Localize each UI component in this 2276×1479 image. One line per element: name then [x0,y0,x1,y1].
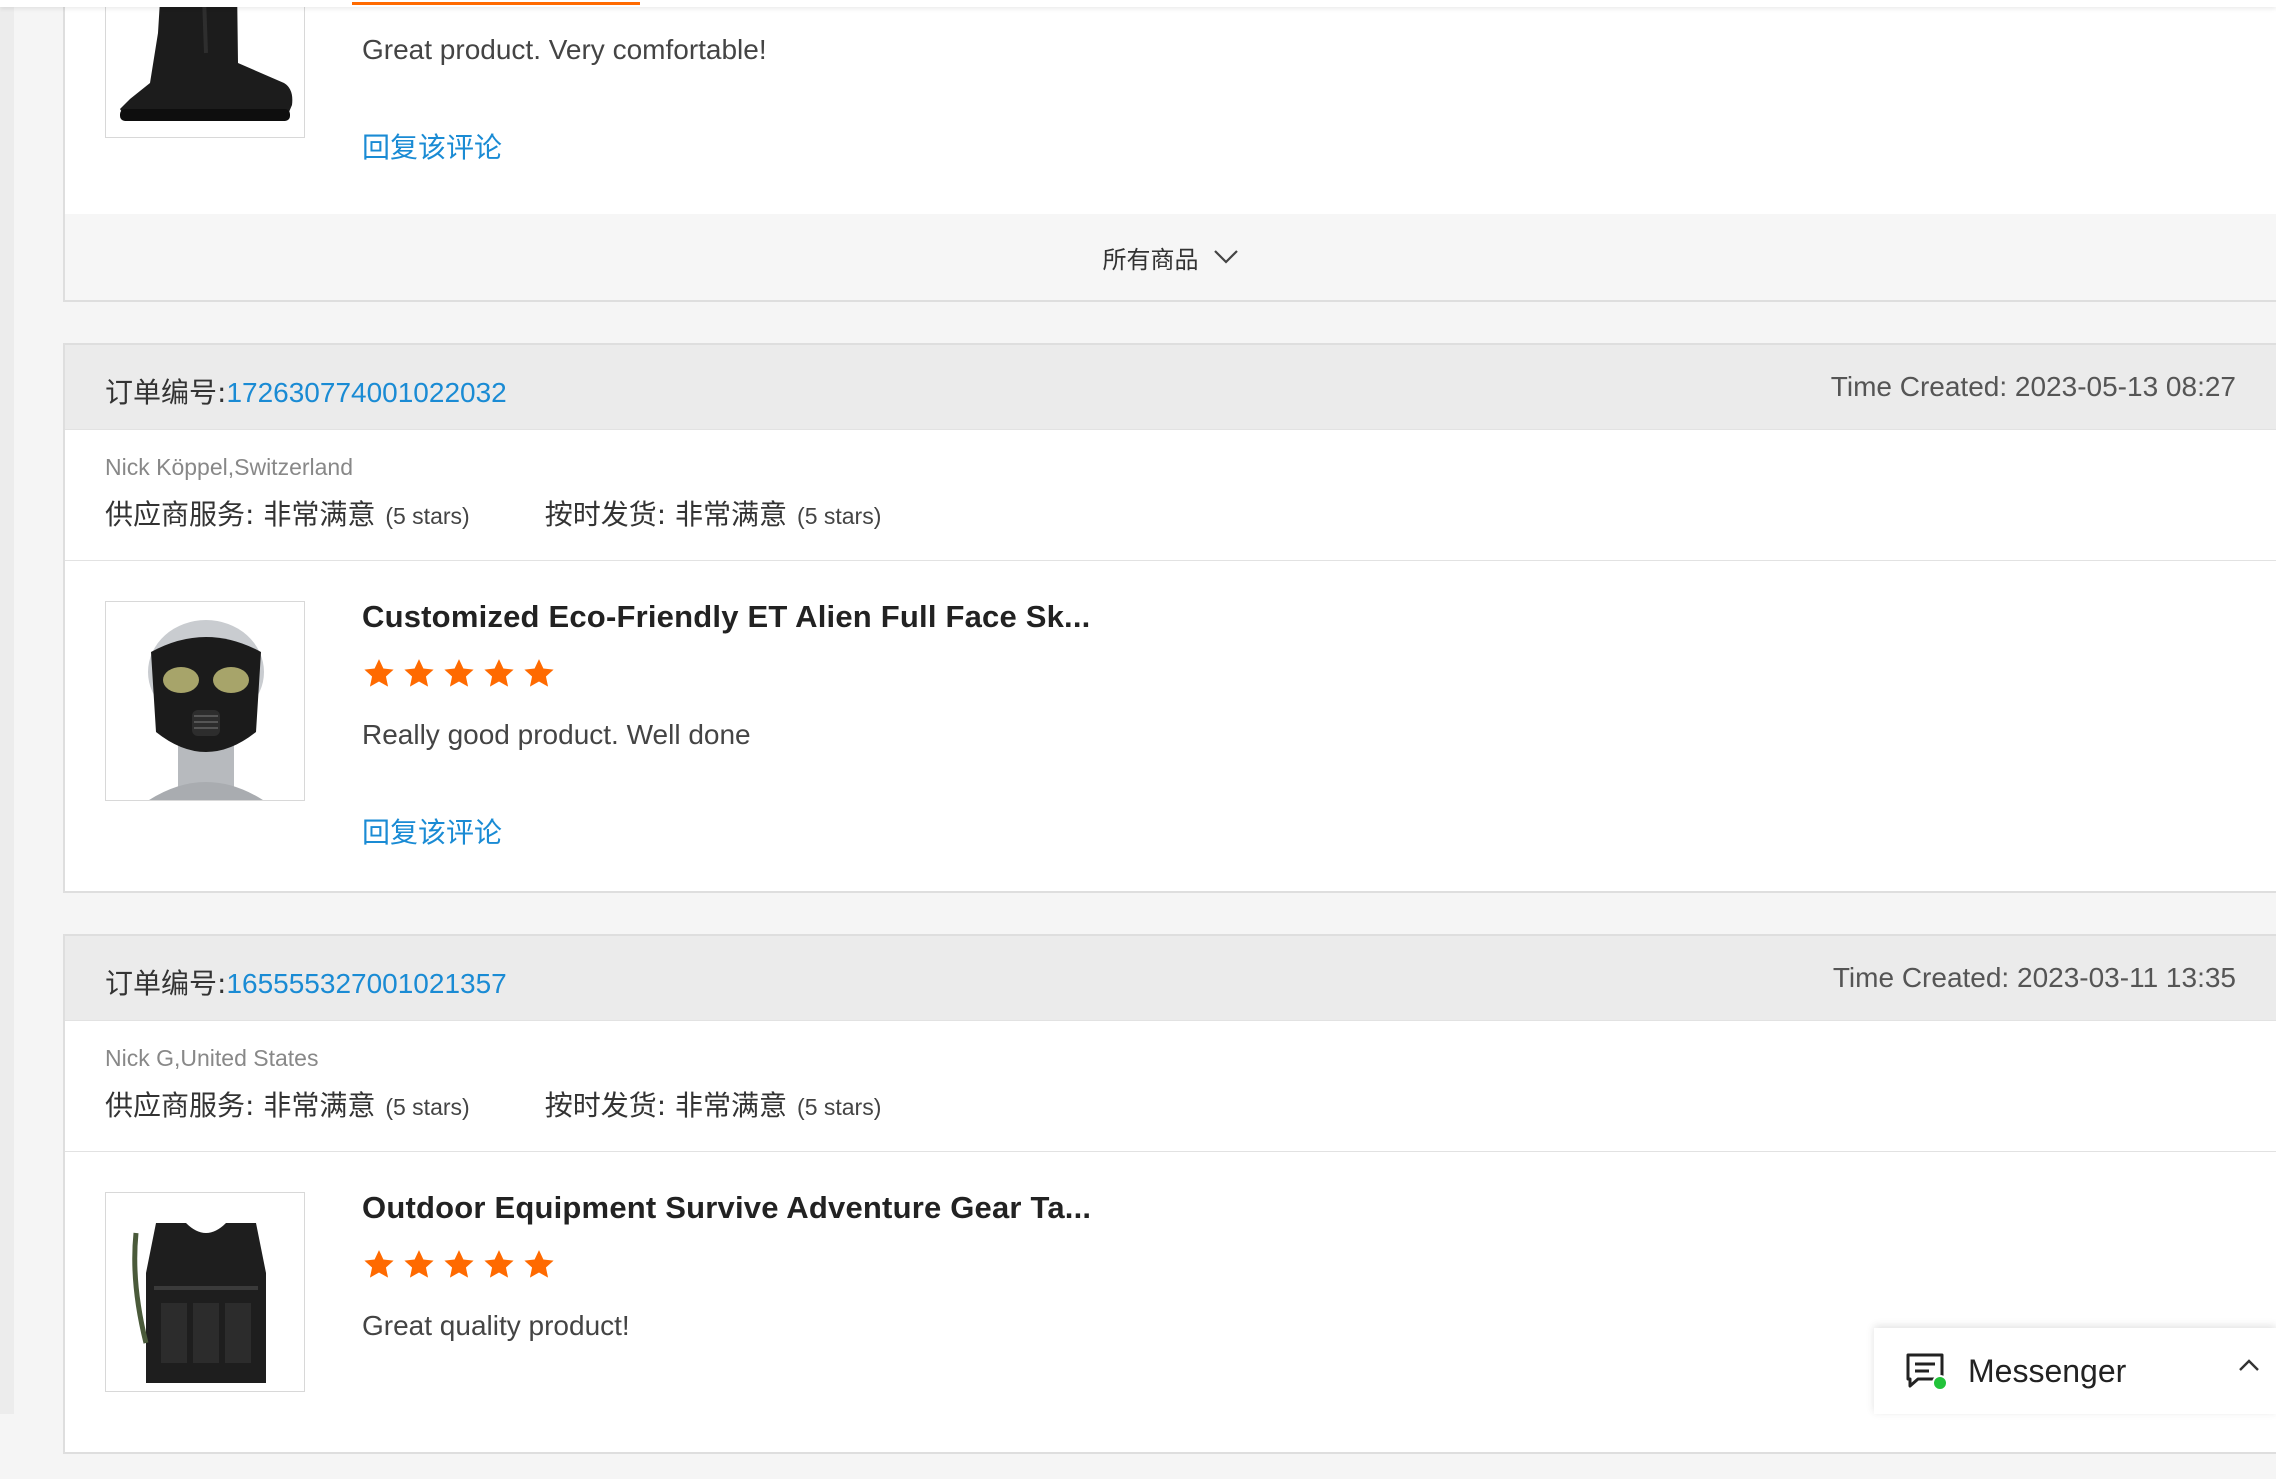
product-thumbnail[interactable] [105,0,305,138]
buyer-name: Nick Köppel,Switzerland [105,454,354,480]
product-thumbnail[interactable] [105,601,305,801]
supplier-service-rating: 供应商服务: 非常满意 (5 stars) [105,1084,470,1124]
ontime-rating: 按时发货: 非常满意 (5 stars) [545,493,882,533]
supplier-service-text: 供应商服务: 非常满意 [105,1089,376,1122]
boot-image [106,0,304,137]
star-icon [524,659,554,687]
review-item: Outdoor Equipment Survive Adventure Gear… [65,1152,2276,1479]
mask-image [106,602,304,800]
star-icon [484,659,514,687]
reply-link[interactable]: 回复该评论 [362,126,502,166]
product-title[interactable]: Outdoor Equipment Survive Adventure Gear… [362,1190,1091,1226]
all-products-label: 所有商品 [1102,245,1199,274]
seller-ratings: 供应商服务: 非常满意 (5 stars) 按时发货: 非常满意 (5 stars) [105,1084,2236,1124]
supplier-service-text: 供应商服务: 非常满意 [105,498,376,531]
rating-stars [362,1248,556,1282]
chevron-up-icon[interactable] [2238,1358,2260,1372]
all-products-toggle[interactable]: 所有商品 [65,214,2276,300]
buyer-name: Nick G,United States [105,1045,319,1071]
review-text: Great product. Very comfortable! [362,34,767,65]
order-number-label: 订单编号: [105,376,227,409]
buyer-info: Nick Köppel,Switzerland 供应商服务: 非常满意 (5 st… [65,430,2276,561]
star-icon [524,1250,554,1278]
chat-icon [1906,1353,1948,1391]
page-edge [0,0,14,1414]
chevron-down-icon [1213,250,1238,264]
order-number: 订单编号:172630774001022032 [105,371,507,411]
ontime-text: 按时发货: 非常满意 [544,1089,788,1122]
product-title[interactable]: Customized Eco-Friendly ET Alien Full Fa… [362,599,1090,635]
supplier-service-rating: 供应商服务: 非常满意 (5 stars) [105,493,470,533]
order-header: 订单编号:165555327001021357 Time Created: 20… [65,936,2276,1021]
messenger-widget[interactable]: Messenger [1874,1328,2276,1414]
reply-link[interactable]: 回复该评论 [362,811,502,851]
active-tab-indicator [352,2,640,5]
order-number-label: 订单编号: [105,967,227,1000]
review-text: Great quality product! [362,1310,630,1341]
tab-bar [0,0,2276,7]
star-icon [484,1250,514,1278]
order-number-link[interactable]: 172630774001022032 [226,377,506,408]
review-card: 订单编号:172630774001022032 Time Created: 20… [63,343,2276,893]
ontime-rating: 按时发货: 非常满意 (5 stars) [545,1084,882,1124]
supplier-stars-note: (5 stars) [385,503,470,529]
order-number-link[interactable]: 165555327001021357 [226,968,506,999]
star-icon [364,1250,394,1278]
review-item: Great product. Very comfortable! 回复该评论 [65,0,2276,218]
ontime-stars-note: (5 stars) [797,503,882,529]
star-icon [444,659,474,687]
messenger-label: Messenger [1968,1352,2127,1389]
order-number: 订单编号:165555327001021357 [105,962,507,1002]
ontime-text: 按时发货: 非常满意 [544,498,788,531]
review-text: Really good product. Well done [362,719,751,750]
order-header: 订单编号:172630774001022032 Time Created: 20… [65,345,2276,430]
star-icon [364,659,394,687]
time-created: Time Created: 2023-03-11 13:35 [1832,962,2236,993]
rating-stars [362,657,556,691]
star-icon [444,1250,474,1278]
ontime-stars-note: (5 stars) [797,1094,882,1120]
review-card: Great product. Very comfortable! 回复该评论 所… [63,0,2276,302]
seller-ratings: 供应商服务: 非常满意 (5 stars) 按时发货: 非常满意 (5 stars) [105,493,2236,533]
buyer-info: Nick G,United States 供应商服务: 非常满意 (5 stars… [65,1021,2276,1152]
vest-image [106,1193,304,1391]
supplier-stars-note: (5 stars) [385,1094,470,1120]
product-thumbnail[interactable] [105,1192,305,1392]
star-icon [404,659,434,687]
star-icon [404,1250,434,1278]
time-created: Time Created: 2023-05-13 08:27 [1830,371,2236,402]
review-item: Customized Eco-Friendly ET Alien Full Fa… [65,561,2276,888]
